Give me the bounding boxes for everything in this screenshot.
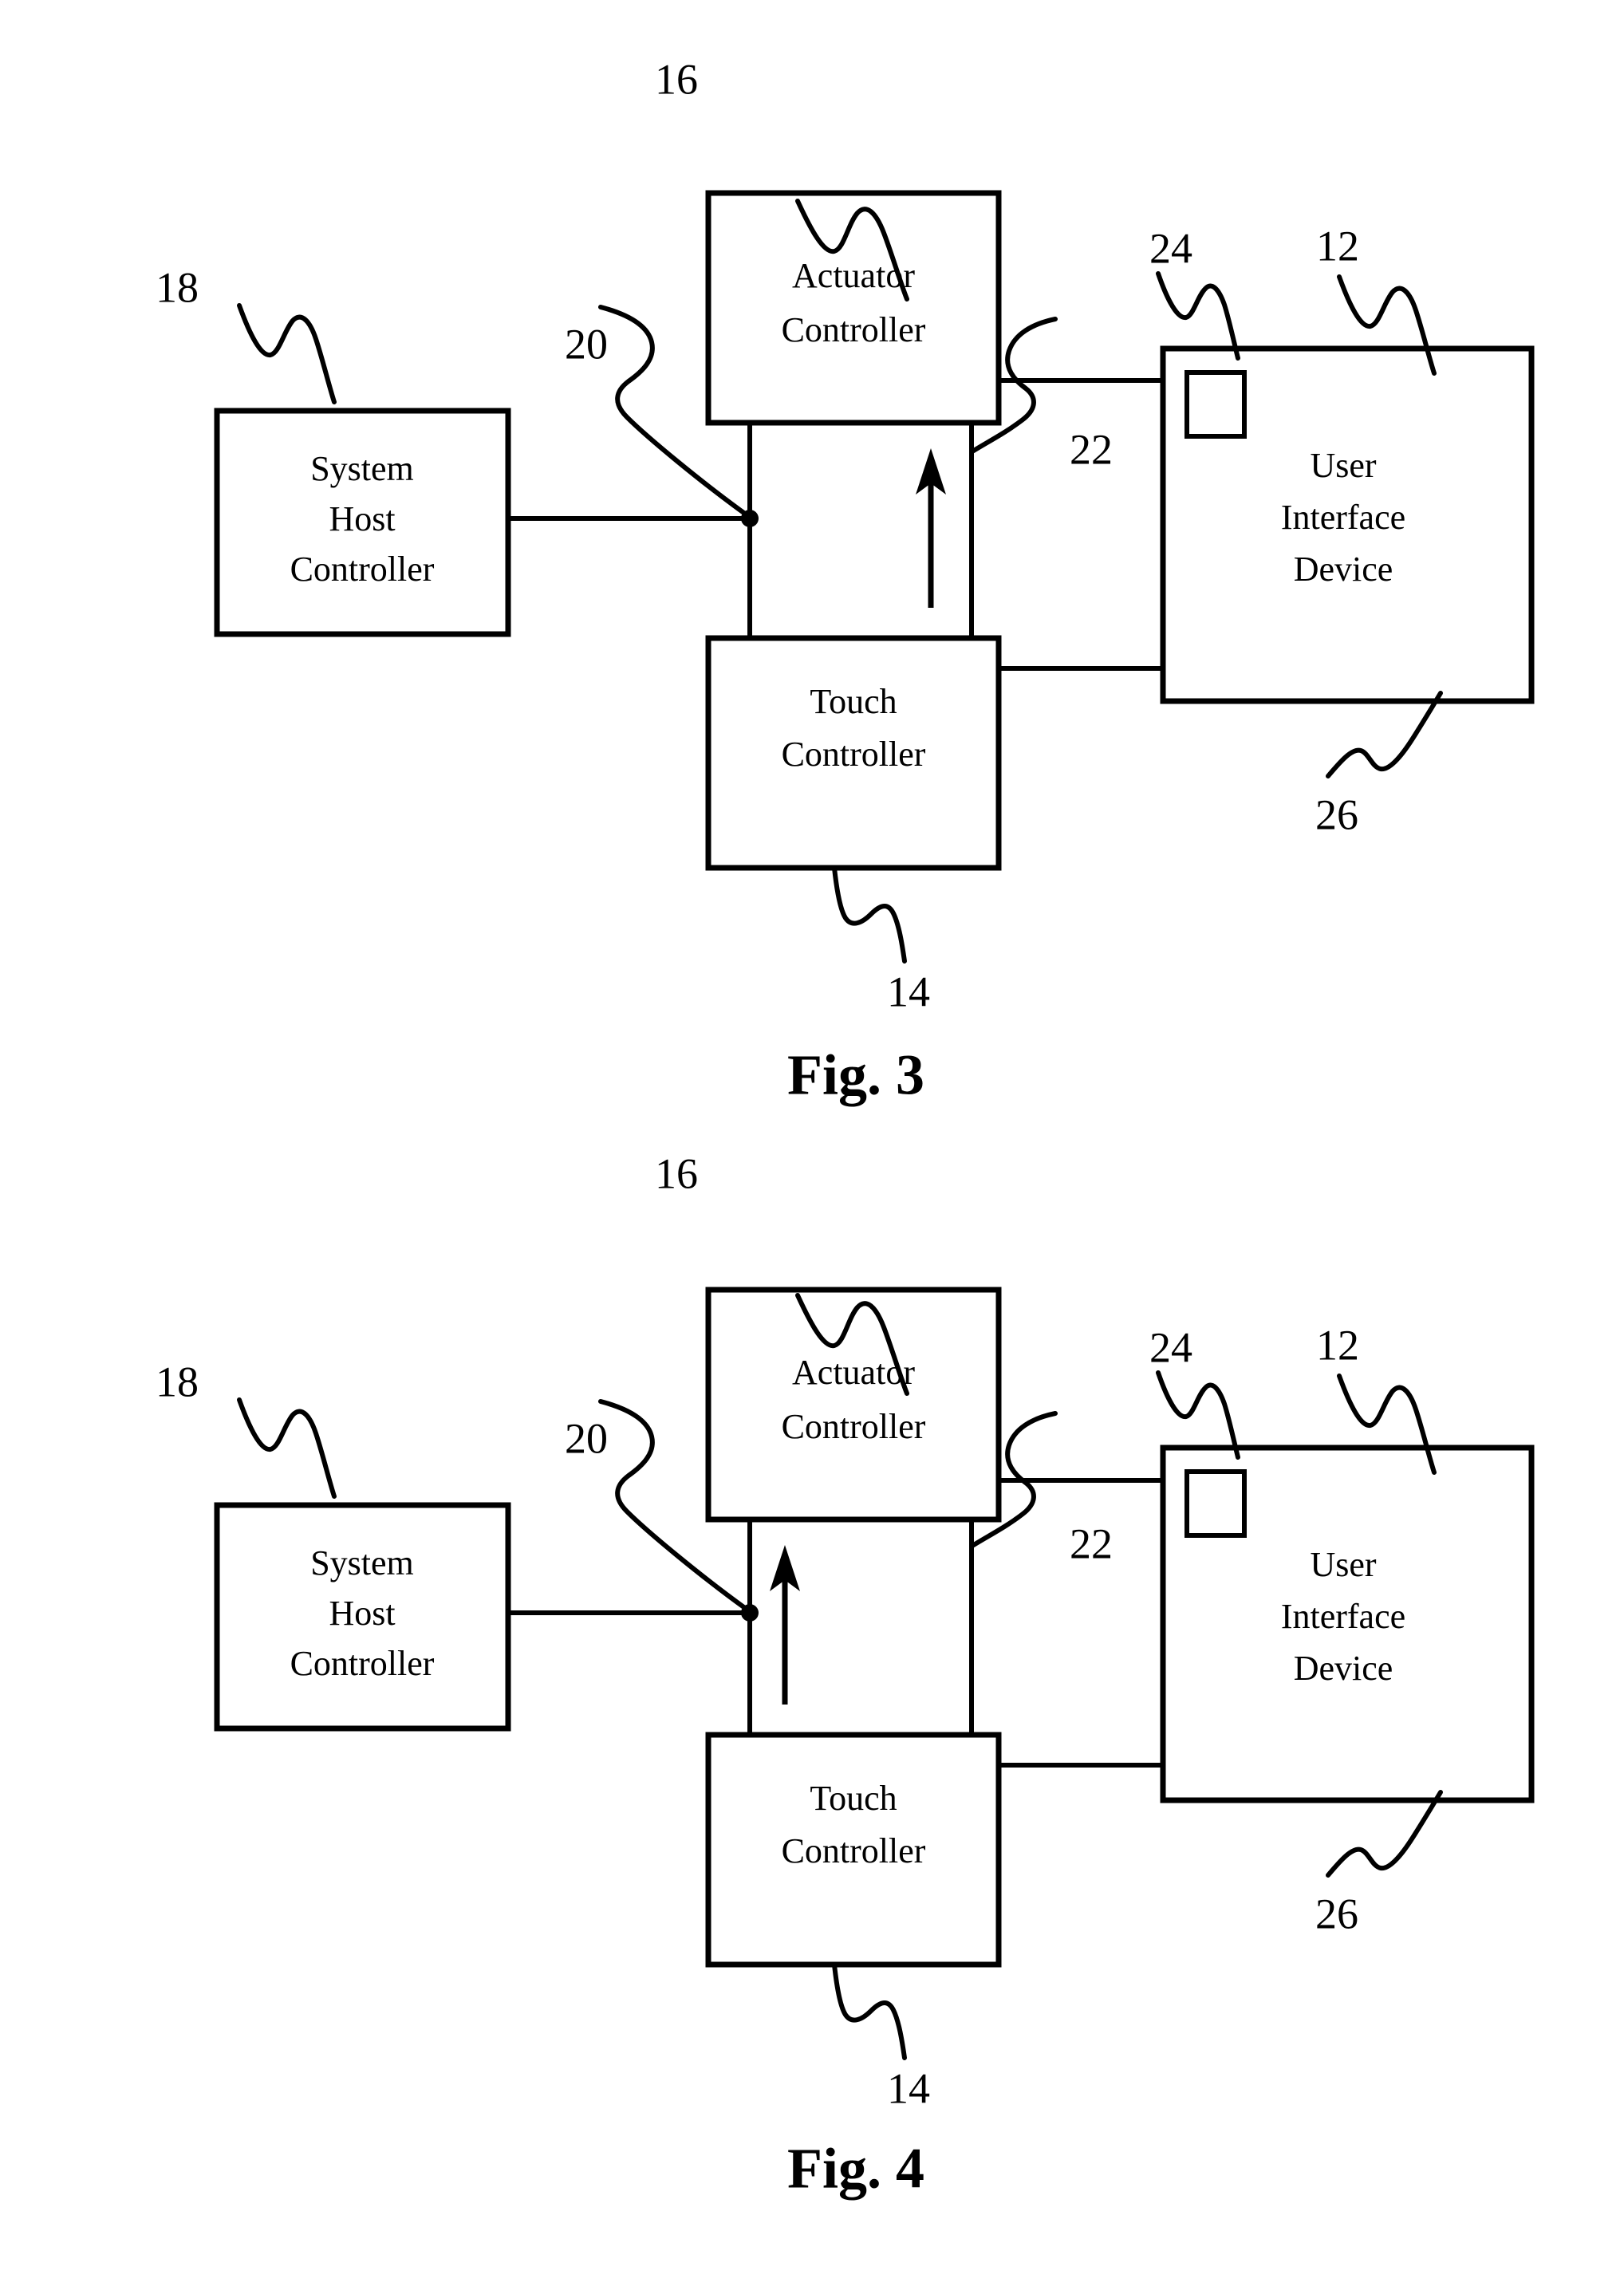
figure-4-group: System Host Controller Actuator Controll… bbox=[156, 1149, 1535, 2201]
label-user-interface-device-line3: Device bbox=[1294, 1649, 1393, 1688]
label-actuator-controller-line2: Controller bbox=[782, 1407, 926, 1446]
label-user-interface-device-line2: Interface bbox=[1281, 1597, 1405, 1636]
block-actuator-controller bbox=[705, 1287, 1002, 1523]
label-touch-controller-line1: Touch bbox=[810, 1779, 897, 1818]
figure-4-caption: Fig. 4 bbox=[787, 2137, 924, 2201]
refnum-12: 12 bbox=[1316, 1321, 1359, 1369]
refnum-14: 14 bbox=[887, 2064, 930, 2112]
refnum-22: 22 bbox=[1070, 1519, 1113, 1567]
refnum-24: 24 bbox=[1149, 1323, 1192, 1371]
label-system-host-controller-line2: Host bbox=[329, 1594, 395, 1633]
label-actuator-controller-line1: Actuator bbox=[792, 1353, 915, 1392]
block-device-element-24 bbox=[1184, 1469, 1247, 1538]
label-user-interface-device-line1: User bbox=[1310, 1545, 1376, 1584]
refnum-20: 20 bbox=[565, 1414, 608, 1462]
refnum-18: 18 bbox=[156, 1358, 199, 1405]
label-touch-controller-line2: Controller bbox=[782, 1831, 926, 1870]
label-system-host-controller-line1: System bbox=[310, 1543, 414, 1582]
leader-24 bbox=[1156, 1370, 1240, 1460]
fig4-wiring bbox=[508, 1478, 1163, 1768]
fig4-actuation-arrow bbox=[770, 1545, 800, 1705]
leader-14 bbox=[832, 1962, 907, 2060]
patent-drawing-sheet: System Host Controller Actuator Controll… bbox=[0, 0, 1624, 2282]
leader-26 bbox=[1326, 1790, 1443, 1878]
label-system-host-controller-line3: Controller bbox=[290, 1644, 435, 1683]
refnum-26: 26 bbox=[1315, 1890, 1358, 1937]
leader-18 bbox=[237, 1397, 337, 1499]
refnum-16: 16 bbox=[655, 1149, 698, 1197]
